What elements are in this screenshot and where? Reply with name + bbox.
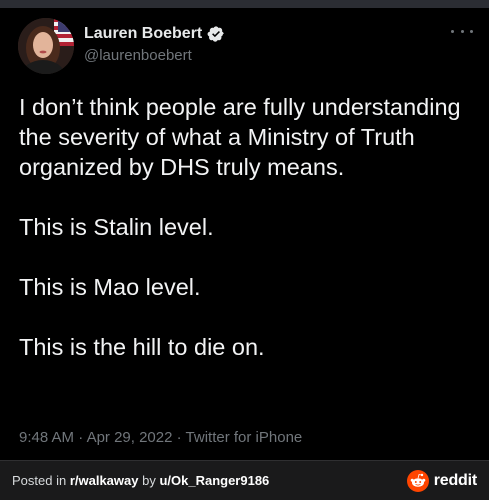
top-edge-strip	[0, 0, 489, 8]
verified-badge-icon	[207, 26, 224, 42]
reddit-brand[interactable]: reddit	[406, 470, 477, 492]
author-display-name[interactable]: Lauren Boebert	[84, 25, 202, 43]
reddit-wordmark: reddit	[433, 472, 477, 489]
by-label: by	[138, 473, 160, 488]
meta-separator: ·	[74, 429, 87, 446]
tweet-paragraph: This is Mao level.	[19, 274, 201, 300]
meta-separator: ·	[172, 429, 186, 446]
reddit-footer: Posted in r/walkaway by u/Ok_Ranger9186 …	[0, 460, 489, 500]
avatar-photo	[18, 18, 74, 74]
tweet-paragraph: This is Stalin level.	[19, 214, 214, 240]
author-handle[interactable]: @laurenboebert	[84, 47, 192, 64]
author-name-row: Lauren Boebert	[84, 23, 225, 45]
subreddit-link[interactable]: r/walkaway	[70, 473, 139, 488]
posted-in-label: Posted in	[12, 473, 70, 488]
tweet-source[interactable]: Twitter for iPhone	[186, 429, 303, 446]
tweet-card: Lauren Boebert @laurenboebert I don’t th…	[0, 8, 489, 460]
avatar[interactable]	[18, 18, 74, 74]
post-attribution: Posted in r/walkaway by u/Ok_Ranger9186	[12, 473, 269, 488]
tweet-date[interactable]: Apr 29, 2022	[87, 429, 173, 446]
reddit-snoo-icon	[406, 470, 429, 492]
username-link[interactable]: u/Ok_Ranger9186	[159, 473, 269, 488]
tweet-paragraph: I don’t think people are fully understan…	[19, 94, 461, 180]
tweet-text: I don’t think people are fully understan…	[19, 92, 479, 362]
tweet-paragraph: This is the hill to die on.	[19, 334, 265, 360]
tweet-time[interactable]: 9:48 AM	[19, 429, 74, 446]
tweet-metadata: 9:48 AM · Apr 29, 2022 · Twitter for iPh…	[19, 429, 302, 446]
more-options-icon[interactable]	[451, 26, 473, 36]
